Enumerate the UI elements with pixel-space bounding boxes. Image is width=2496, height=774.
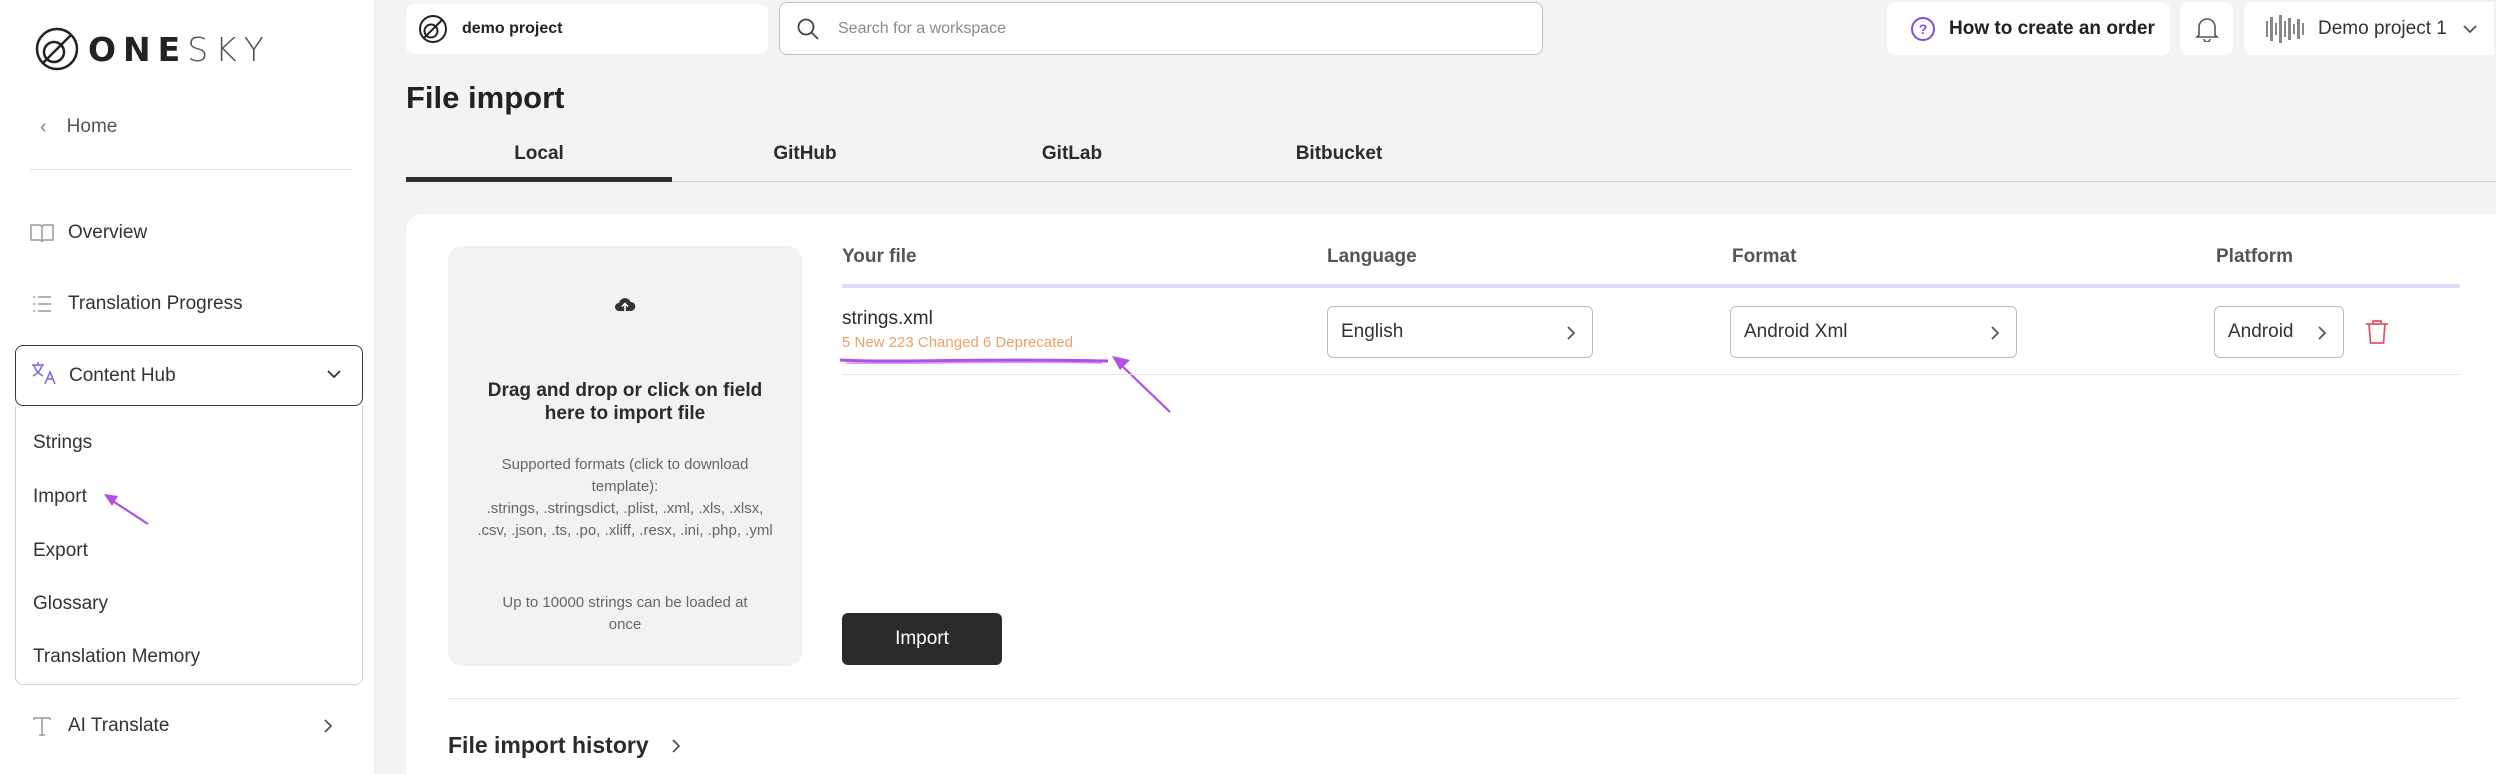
section-divider [448,698,2460,699]
import-button[interactable]: Import [842,613,1002,665]
chevron-left-icon: ‹ [40,115,47,138]
sidebar-divider [30,169,352,170]
file-import-history-link[interactable]: File import history [448,732,685,759]
language-value: English [1341,321,1404,342]
sidebar-subitem-strings[interactable]: Strings [33,432,92,454]
formats-list: .strings, .stringsdict, .plist, .xml, .x… [477,500,773,539]
text-t-icon [30,714,54,738]
sidebar-subitem-translation-memory[interactable]: Translation Memory [33,646,200,668]
home-link[interactable]: ‹ Home [40,112,117,142]
sidebar-subitem-export[interactable]: Export [33,540,88,562]
avatar [2266,14,2304,43]
sidebar-item-label: Translation Progress [68,293,243,314]
format-select[interactable]: Android Xml [1730,306,2017,358]
sidebar-item-label: Overview [68,222,148,243]
language-select[interactable]: English [1327,306,1593,358]
chevron-right-icon [2318,326,2327,340]
logo-wordmark: ONESKY [88,29,271,69]
list-icon [30,292,54,316]
file-change-stats: 5 New 223 Changed 6 Deprecated [842,334,1073,351]
annotation-arrow-icon [104,494,149,525]
sidebar-item-ai-translate[interactable]: AI Translate [30,706,360,746]
tab-github[interactable]: GitHub [672,138,938,182]
content-hub-label: Content Hub [69,364,176,386]
annotation-arrow-icon [1112,356,1171,413]
onesky-logo[interactable]: ONESKY [34,26,271,72]
workspace-search[interactable] [779,2,1543,55]
header-underline [842,284,2460,288]
bell-icon [2194,17,2219,42]
help-icon: ? [1911,16,1935,41]
how-to-create-order-button[interactable]: ? How to create an order [1887,2,2170,55]
file-name: strings.xml [842,308,933,329]
project-logo-icon [419,15,447,43]
file-dropzone[interactable]: Drag and drop or click on field here to … [448,246,802,666]
column-header-format: Format [1732,246,1797,267]
column-header-file: Your file [842,246,917,267]
sidebar-subitem-import[interactable]: Import [33,486,87,508]
book-icon [30,221,54,245]
chevron-right-icon [1991,326,2000,340]
supported-formats[interactable]: Supported formats (click to download tem… [474,454,776,542]
user-menu[interactable]: Demo project 1 [2244,2,2494,55]
chevron-down-icon [2463,24,2477,33]
sidebar-item-translation-progress[interactable]: Translation Progress [30,284,360,324]
tab-local[interactable]: Local [406,138,672,182]
trash-icon[interactable] [2364,318,2390,346]
dropzone-title: Drag and drop or click on field here to … [487,380,763,424]
platform-select[interactable]: Android [2214,306,2344,358]
user-label: Demo project 1 [2318,17,2447,39]
tab-bitbucket[interactable]: Bitbucket [1206,138,1472,182]
page-title: File import [406,80,565,115]
sidebar: ONESKY ‹ Home Overview Translation Progr… [0,0,374,774]
content-hub-dropdown[interactable]: Content Hub [15,345,363,406]
logo-mark-icon [35,27,79,71]
sidebar-subitem-glossary[interactable]: Glossary [33,593,108,615]
file-import-card: Drag and drop or click on field here to … [406,214,2496,774]
help-label: How to create an order [1949,17,2155,39]
chevron-right-icon [672,738,680,753]
home-label: Home [66,116,118,137]
cloud-upload-icon [615,298,636,311]
tab-gitlab[interactable]: GitLab [939,138,1205,182]
notifications-button[interactable] [2180,2,2233,55]
chevron-down-icon [327,370,341,379]
upload-limit-note: Up to 10000 strings can be loaded at onc… [502,594,748,633]
history-title: File import history [448,732,649,758]
annotation-underline [839,358,1109,364]
chevron-right-icon [324,719,333,733]
column-header-language: Language [1327,246,1417,267]
platform-value: Android [2228,321,2294,342]
project-name: demo project [462,20,563,37]
sidebar-item-overview[interactable]: Overview [30,213,360,253]
search-icon [797,18,819,40]
format-value: Android Xml [1744,321,1848,342]
translate-icon [31,361,57,391]
chevron-right-icon [1567,326,1576,340]
import-source-tabs: Local GitHub GitLab Bitbucket [406,138,2496,182]
search-input[interactable] [838,19,1518,38]
column-header-platform: Platform [2216,246,2294,267]
project-switcher[interactable]: demo project [406,4,768,54]
sidebar-item-label: AI Translate [68,715,170,736]
content-hub-menu: Strings Import Export Glossary Translati… [15,406,363,685]
formats-intro: Supported formats (click to download tem… [501,456,749,495]
row-divider [842,374,2460,375]
